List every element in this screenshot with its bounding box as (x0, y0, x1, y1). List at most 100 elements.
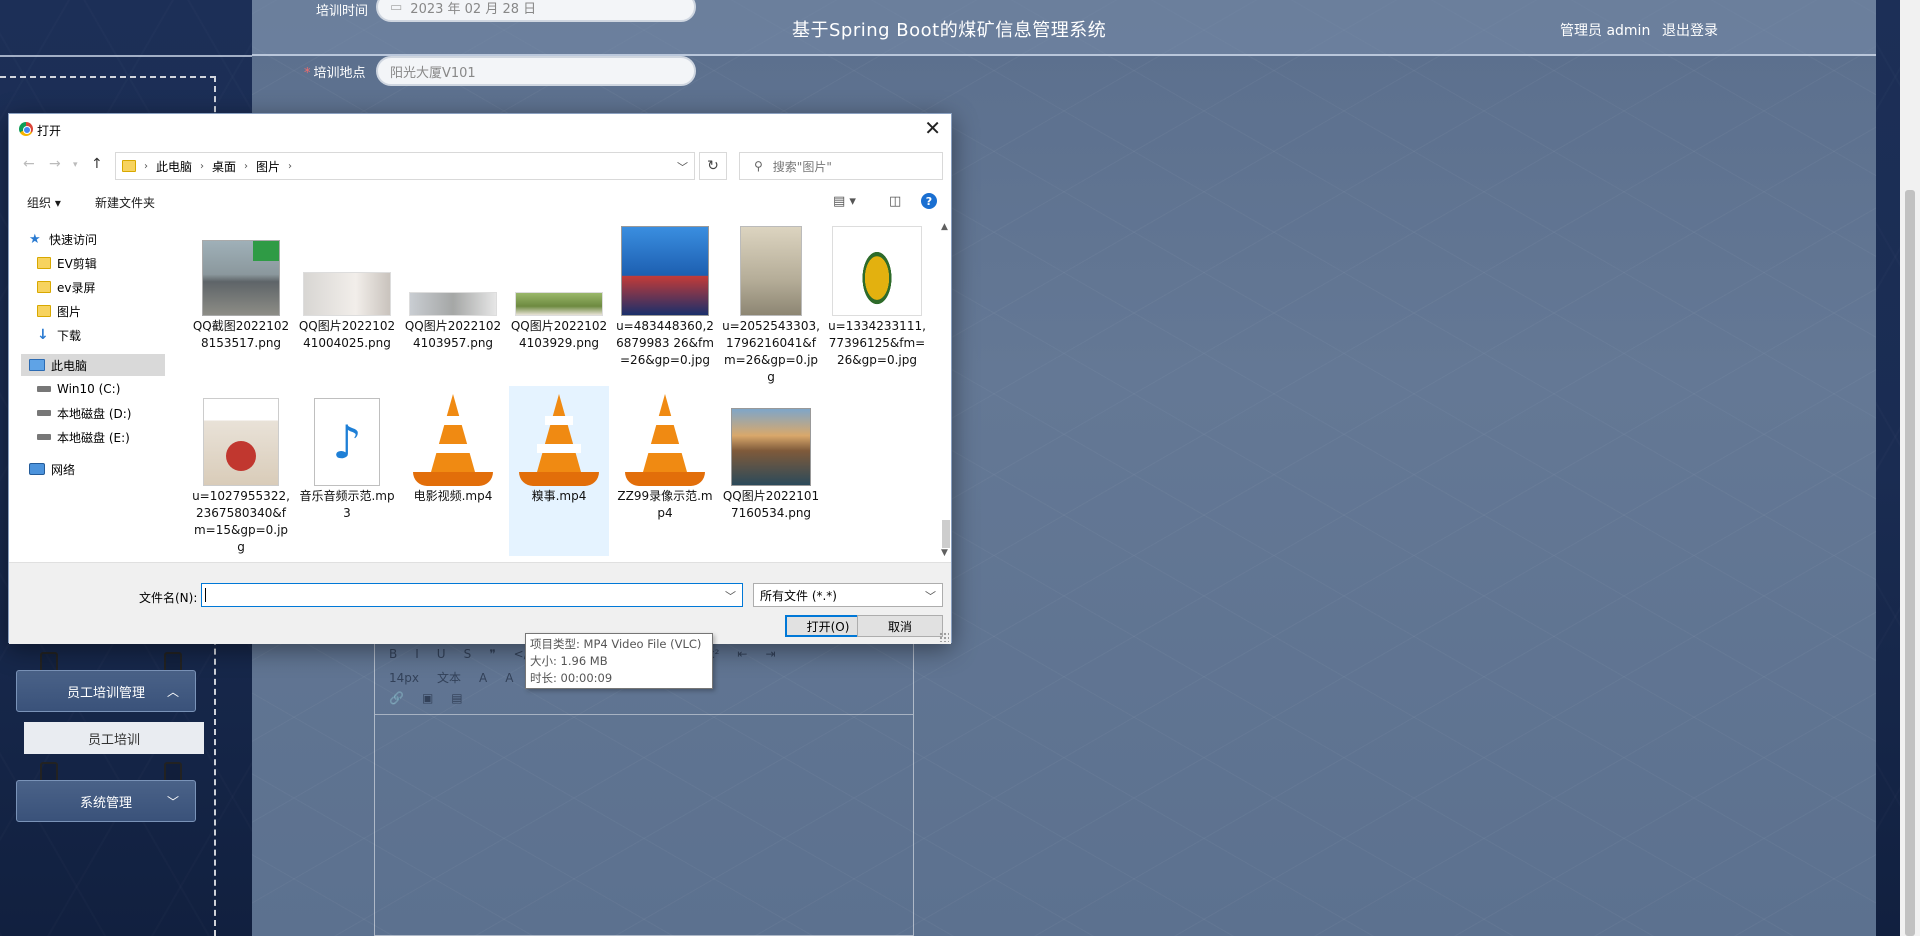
computer-icon (29, 359, 45, 371)
drive-icon (37, 386, 51, 392)
editor-tool-icon[interactable]: 14px (389, 671, 419, 685)
editor-tool-icon[interactable]: S (464, 647, 472, 661)
network-icon (29, 463, 45, 475)
image-thumbnail (403, 220, 503, 316)
chevron-down-icon: ﹀ (166, 794, 179, 809)
organize-button[interactable]: 组织 ▾ (27, 194, 61, 211)
file-item[interactable]: u=483448360,26879983 26&fm=26&gp=0.jpg (615, 216, 715, 384)
refresh-button[interactable]: ↻ (699, 152, 727, 180)
nav-item-label: 网络 (51, 462, 76, 477)
editor-tool-icon[interactable]: ▤ (451, 691, 462, 705)
nav-item[interactable]: 本地磁盘 (D:) (37, 402, 173, 424)
file-tooltip: 项目类型: MP4 Video File (VLC) 大小: 1.96 MB 时… (525, 633, 713, 689)
image-thumbnail (297, 220, 397, 316)
file-name: QQ图片20221024103957.png (404, 319, 502, 350)
file-item[interactable]: u=1334233111,77396125&fm=26&gp=0.jpg (827, 216, 927, 384)
search-input[interactable]: ⚲ 搜索"图片" (739, 152, 943, 180)
file-item[interactable]: ♪ 音乐音频示范.mp3 (297, 386, 397, 556)
folder-icon (122, 160, 136, 172)
file-item[interactable]: ZZ99录像示范.mp4 (615, 386, 715, 556)
file-item[interactable]: QQ图片20221024103929.png (509, 216, 609, 384)
scroll-up-icon[interactable]: ▲ (941, 222, 948, 232)
address-bar[interactable]: › 此电脑 › 桌面 › 图片 › ﹀ (115, 152, 695, 180)
image-thumbnail (509, 220, 609, 316)
editor-tool-icon[interactable]: I (415, 647, 419, 661)
folder-icon (37, 257, 51, 269)
new-folder-button[interactable]: 新建文件夹 (95, 194, 155, 211)
recent-locations-icon[interactable]: ▾ (73, 160, 78, 170)
filename-input[interactable]: ﹀ (201, 583, 743, 607)
image-thumbnail (827, 220, 927, 316)
resize-grip-icon[interactable] (939, 632, 949, 642)
file-item[interactable]: u=2052543303,1796216041&fm=26&gp=0.jpg (721, 216, 821, 384)
app-title: 基于Spring Boot的煤矿信息管理系统 (792, 20, 1107, 41)
chevron-down-icon[interactable]: ﹀ (677, 159, 688, 175)
editor-tool-icon[interactable]: A (505, 671, 513, 685)
nav-item[interactable]: 此电脑 (21, 354, 165, 376)
editor-tool-icon[interactable]: B (389, 647, 397, 661)
file-item[interactable]: QQ图片20221024103957.png (403, 216, 503, 384)
forward-arrow-icon[interactable]: → (49, 156, 61, 172)
file-name: QQ图片20221024100402​5.png (298, 319, 396, 350)
view-options-icon[interactable]: ▤ ▾ (833, 194, 856, 209)
editor-tool-icon[interactable]: ⇥ (765, 647, 775, 661)
breadcrumb-desktop[interactable]: 桌面 (212, 158, 236, 175)
file-item[interactable]: 糗事.mp4 (509, 386, 609, 556)
image-thumbnail (191, 220, 291, 316)
up-arrow-icon[interactable]: ↑ (91, 156, 103, 172)
editor-tool-icon[interactable]: ⇤ (737, 647, 747, 661)
nav-item[interactable]: ev录屏 (37, 276, 173, 298)
editor-tool-icon[interactable]: U (437, 647, 446, 661)
chevron-right-icon: › (200, 160, 205, 172)
close-button[interactable]: ✕ (924, 117, 941, 139)
file-list-scrollbar[interactable]: ▲ ▼ (939, 220, 953, 560)
image-thumbnail (191, 390, 291, 486)
preview-pane-icon[interactable]: ◫ (889, 194, 901, 209)
file-item[interactable]: QQ图片20221017160534.png (721, 386, 821, 556)
scroll-thumb[interactable] (942, 520, 950, 548)
audio-file-icon: ♪ (297, 390, 397, 486)
menu-system-management[interactable]: 系统管理 ﹀ (16, 780, 196, 822)
menu-training-management[interactable]: 员工培训管理 ︿ (16, 670, 196, 712)
nav-item[interactable]: 本地磁盘 (E:) (37, 426, 173, 448)
chevron-down-icon[interactable]: ﹀ (725, 588, 736, 604)
editor-tool-icon[interactable]: ❞ (489, 647, 495, 661)
nav-item-label: EV剪辑 (57, 256, 97, 271)
nav-item[interactable]: ↓ 下载 (37, 324, 173, 346)
editor-tool-icon[interactable]: A (479, 671, 487, 685)
training-time-label: 培训时间 (316, 4, 369, 19)
scroll-down-icon[interactable]: ▼ (941, 548, 948, 558)
file-item[interactable]: QQ图片20221024100402​5.png (297, 216, 397, 384)
nav-item[interactable]: ★ 快速访问 (29, 228, 165, 250)
nav-item-label: 下载 (57, 328, 82, 343)
breadcrumb-pictures[interactable]: 图片 (256, 158, 280, 175)
help-icon[interactable]: ? (921, 193, 937, 209)
editor-tool-icon[interactable]: ▣ (422, 691, 433, 705)
file-item[interactable]: 电影视频.mp4 (403, 386, 503, 556)
training-location-input[interactable]: 阳光大厦V101 (376, 56, 696, 86)
folder-icon (37, 305, 51, 317)
back-arrow-icon[interactable]: ← (23, 156, 35, 172)
breadcrumb-this-pc[interactable]: 此电脑 (156, 158, 192, 175)
nav-item[interactable]: 网络 (29, 458, 165, 480)
filetype-select[interactable]: 所有文件 (*.*) ﹀ (753, 583, 943, 607)
file-name: QQ图片20221024103929.png (510, 319, 608, 350)
file-item[interactable]: QQ截图20221028153517.png (191, 216, 291, 384)
page-scrollbar-thumb[interactable] (1905, 190, 1915, 936)
nav-item[interactable]: EV剪辑 (37, 252, 173, 274)
training-time-input[interactable]: ▭ 2023 年 02 月 28 日 (376, 0, 696, 22)
nav-item[interactable]: 图片 (37, 300, 173, 322)
file-name: 音乐音频示范.mp3 (299, 489, 395, 520)
file-name: u=2052543303,1796216041&fm=26&gp=0.jpg (722, 319, 820, 384)
editor-tool-icon[interactable]: 文本 (437, 669, 461, 686)
star-icon: ★ (29, 231, 41, 247)
submenu-employee-training[interactable]: 员工培训 (24, 722, 204, 754)
search-icon: ⚲ (754, 159, 763, 173)
editor-tool-icon[interactable]: 🔗 (389, 691, 404, 705)
file-item[interactable]: u=1027955322,2367580340&fm=15&gp=0.jpg (191, 386, 291, 556)
nav-item[interactable]: Win10 (C:) (37, 378, 173, 400)
cancel-button[interactable]: 取消 (857, 615, 943, 637)
file-list: QQ截图20221028153517.png QQ图片20221024100402… (169, 216, 947, 562)
logout-link[interactable]: 退出登录 (1662, 20, 1718, 40)
drive-icon (37, 434, 51, 440)
